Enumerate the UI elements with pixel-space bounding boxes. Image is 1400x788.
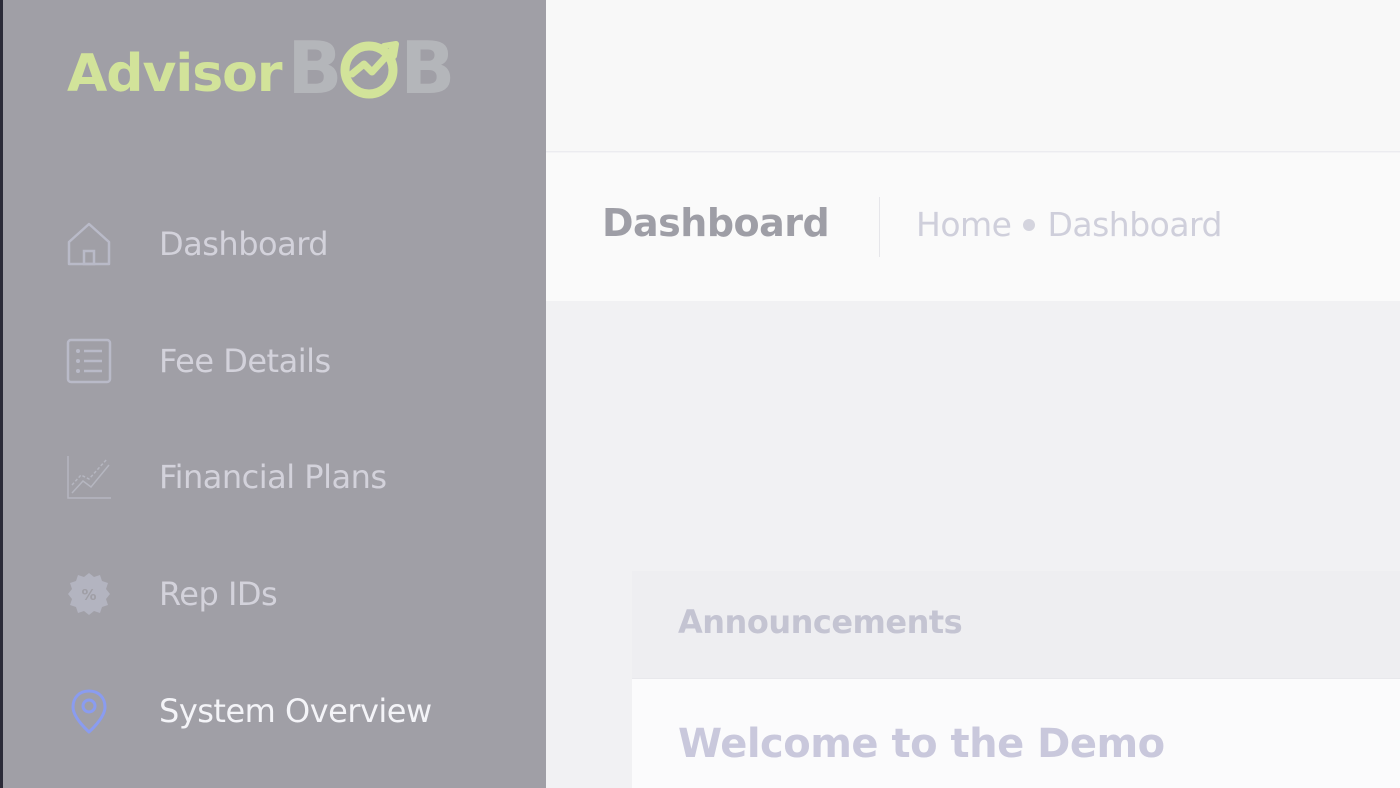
sidebar-item-fee-details[interactable]: Fee Details <box>63 331 523 391</box>
sidebar-item-label: Fee Details <box>159 342 331 380</box>
logo-text-bob: B B <box>288 32 456 104</box>
logo-text-advisor: Advisor <box>67 44 283 104</box>
announcements-card: Announcements Welcome to the Demo <box>632 571 1400 788</box>
sidebar-item-system-overview[interactable]: System Overview <box>63 681 523 741</box>
page-title: Dashboard <box>602 201 830 245</box>
logo-letter-b: B <box>400 26 456 110</box>
line-chart-icon <box>63 451 115 503</box>
main-content: Announcements Welcome to the Demo <box>546 301 1400 788</box>
advisorbob-logo[interactable]: Advisor B B <box>67 24 455 104</box>
home-icon <box>63 218 115 270</box>
sidebar-item-label: Dashboard <box>159 225 329 263</box>
breadcrumb-separator <box>1023 218 1036 231</box>
sidebar-item-label: Financial Plans <box>159 458 387 496</box>
page-header: Dashboard Home Dashboard <box>546 153 1400 301</box>
sidebar-item-label: Rep IDs <box>159 575 278 613</box>
title-divider <box>879 197 880 257</box>
sidebar: Advisor B B Dashboard Fee Details Financ… <box>3 0 546 788</box>
announcements-title: Announcements <box>678 603 963 641</box>
announcement-headline: Welcome to the Demo <box>678 721 1165 767</box>
sidebar-item-label: System Overview <box>159 692 432 730</box>
percent-badge-icon: % <box>63 568 115 620</box>
sidebar-item-dashboard[interactable]: Dashboard <box>63 214 523 274</box>
growth-check-icon <box>340 41 400 99</box>
breadcrumb-current: Dashboard <box>1047 205 1222 244</box>
sidebar-item-rep-ids[interactable]: % Rep IDs <box>63 564 523 624</box>
map-pin-icon <box>63 685 115 737</box>
list-document-icon <box>63 335 115 387</box>
top-header <box>546 0 1400 152</box>
sidebar-item-financial-plans[interactable]: Financial Plans <box>63 447 523 507</box>
announcements-card-header: Announcements <box>632 571 1400 679</box>
breadcrumb: Home Dashboard <box>916 205 1222 244</box>
svg-text:%: % <box>81 586 96 604</box>
breadcrumb-home-link[interactable]: Home <box>916 205 1012 244</box>
logo-letter-b: B <box>287 26 343 110</box>
